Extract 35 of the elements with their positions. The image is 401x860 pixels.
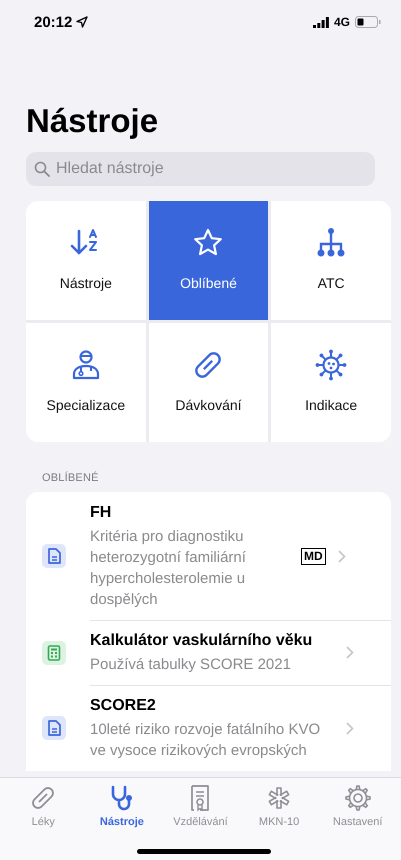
battery-icon — [355, 16, 381, 28]
clock: 20:12 — [34, 14, 72, 30]
virus-icon — [315, 349, 348, 381]
list-item[interactable]: Kalkulátor vaskulárního věku Používá tabulky SCORE 2021 — [26, 620, 391, 685]
search-field[interactable]: Hledat nástroje — [26, 152, 375, 186]
chevron-icon — [338, 550, 346, 562]
chevron-icon — [346, 646, 354, 659]
tab[interactable]: Nástroje — [82, 784, 162, 828]
list-item[interactable]: FH Kritéria pro diagnostiku heterozygotní familiární hypercholesterolemie u dospělých MD — [26, 492, 391, 620]
document-icon — [42, 716, 66, 740]
md-badge: MD — [301, 548, 326, 564]
list-item[interactable]: SCORE2 10leté riziko rozvoje fatálního KVO ve vysoce rizikových evropských — [26, 685, 391, 771]
tool-tile[interactable]: Nástroje — [26, 201, 146, 320]
chevron-icon — [346, 722, 354, 734]
tool-tile[interactable]: Specializace — [26, 323, 146, 442]
hierarchy-icon — [315, 227, 348, 259]
tool-tile[interactable]: Oblíbené — [148, 201, 268, 320]
calculator-icon — [42, 640, 66, 664]
document-icon — [42, 544, 66, 568]
gear-icon — [344, 784, 372, 812]
network-type: 4G — [334, 15, 350, 29]
page-title: Nástroje — [26, 101, 160, 141]
tool-tile[interactable]: ATC — [271, 201, 391, 320]
item-subtitle: Kritéria pro diagnostiku heterozygotní familiární hypercholesterolemie u dospělých — [90, 527, 247, 610]
location-arrow-icon — [76, 16, 88, 28]
search-icon — [34, 161, 50, 177]
item-title: SCORE2 — [90, 696, 157, 716]
item-subtitle: Používá tabulky SCORE 2021 — [90, 655, 292, 675]
tool-tile[interactable]: Indikace — [271, 323, 391, 442]
signal-icon — [312, 16, 329, 28]
item-subtitle: 10leté riziko rozvoje fatálního KVO ve vysoce rizikových evropských — [90, 720, 322, 761]
item-title: FH — [90, 503, 112, 523]
section-heading: OBLÍBENÉ — [42, 472, 100, 484]
item-title: Kalkulátor vaskulárního věku — [90, 631, 314, 651]
tool-tile[interactable]: Dávkování — [148, 323, 268, 442]
